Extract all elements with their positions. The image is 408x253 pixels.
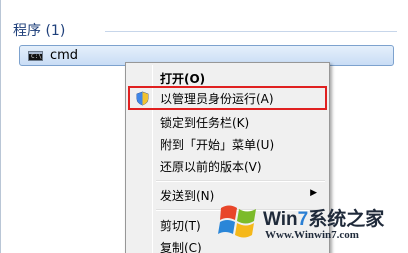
menu-item-restore-versions[interactable]: 还原以前的版本(V) xyxy=(128,154,327,176)
menu-item-label: 以管理员身份运行(A) xyxy=(160,92,274,106)
uac-shield-icon xyxy=(136,91,149,106)
watermark-url: Www.Winwin7.com xyxy=(265,229,359,241)
windows-logo-icon xyxy=(218,205,256,238)
menu-item-pin-taskbar[interactable]: 锁定到任务栏(K) xyxy=(128,110,327,132)
menu-item-label: 发送到(N) xyxy=(160,189,215,203)
menu-item-pin-start[interactable]: 附到「开始」菜单(U) xyxy=(128,132,327,154)
cmd-console-icon: C:\ xyxy=(28,51,43,61)
watermark-title: Win7系统之家 xyxy=(263,209,385,230)
start-search-results-panel: 程序 (1) C:\ cmd 打开(O) 以管理员身份运行(A) 锁定到任务栏(… xyxy=(0,0,408,253)
menu-item-open[interactable]: 打开(O) xyxy=(128,66,327,88)
menu-item-run-as-admin[interactable]: 以管理员身份运行(A) xyxy=(128,86,327,110)
section-title: 程序 (1) xyxy=(13,23,66,39)
menu-item-label: 打开(O) xyxy=(160,72,206,86)
menu-item-label: 还原以前的版本(V) xyxy=(160,160,262,174)
search-result-label: cmd xyxy=(50,48,79,63)
menu-item-label: 剪切(T) xyxy=(160,219,201,233)
menu-item-label: 复制(C) xyxy=(160,241,202,253)
section-divider xyxy=(105,31,397,32)
menu-separator xyxy=(156,180,325,182)
menu-item-label: 附到「开始」菜单(U) xyxy=(160,138,275,152)
menu-item-label: 锁定到任务栏(K) xyxy=(160,116,250,130)
site-watermark: Win7系统之家 Www.Winwin7.com xyxy=(213,196,408,253)
